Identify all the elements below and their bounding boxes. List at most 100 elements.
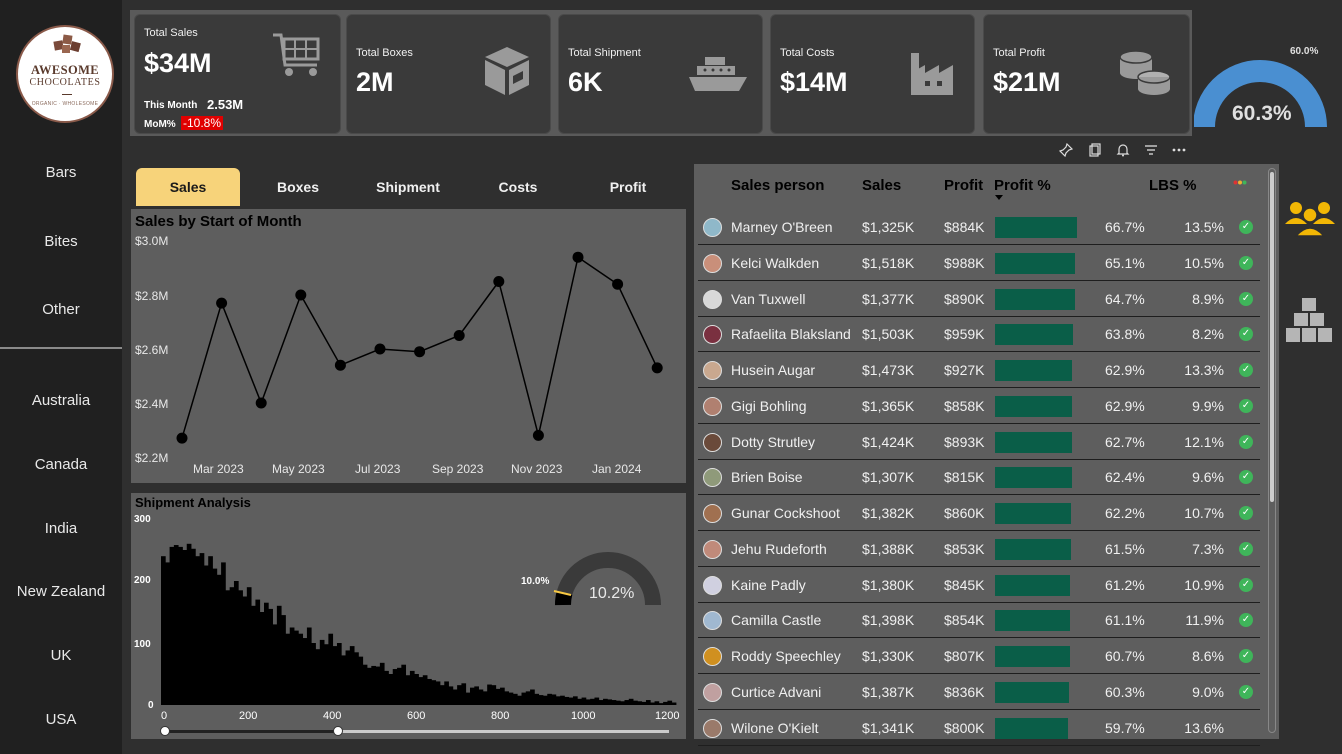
data-point[interactable]: [532, 429, 544, 441]
range-slider-handle-min[interactable]: [160, 726, 170, 736]
histogram-bar: [585, 699, 591, 705]
cell-profit-pct: 59.7%: [1105, 719, 1145, 736]
sidebar-item-india[interactable]: India: [0, 520, 122, 537]
table-row[interactable]: Marney O'Breen $1,325K $884K 66.7% 13.5% ✓: [698, 210, 1260, 245]
sales-by-month-chart: Sales by Start of Month $3.0M $2.8M $2.6…: [131, 209, 686, 483]
sidebar-item-australia[interactable]: Australia: [0, 392, 122, 409]
tab-profit[interactable]: Profit: [576, 168, 680, 206]
table-row[interactable]: Roddy Speechley $1,330K $807K 60.7% 8.6% ✓: [698, 639, 1260, 674]
data-point[interactable]: [612, 278, 624, 290]
histogram-bar: [427, 678, 432, 705]
histogram-bar: [547, 693, 552, 705]
table-row[interactable]: Van Tuxwell $1,377K $890K 64.7% 8.9% ✓: [698, 282, 1260, 317]
profit-gauge: 60.0% 60.3%: [1193, 40, 1329, 135]
column-header-lbs-pct[interactable]: LBS %: [1149, 177, 1197, 194]
histogram-bar: [367, 667, 372, 705]
histogram-bar: [628, 698, 634, 705]
cell-profit: $845K: [944, 576, 985, 593]
cell-profit: $893K: [944, 433, 985, 450]
cell-sales: $1,424K: [862, 433, 915, 450]
profit-pct-bar: [995, 431, 1073, 453]
cell-sales-person: Marney O'Breen: [731, 219, 833, 235]
histogram-bar: [512, 693, 518, 705]
data-point[interactable]: [216, 297, 228, 309]
bell-icon[interactable]: [1115, 143, 1131, 159]
histogram-bar: [375, 666, 381, 705]
tab-costs[interactable]: Costs: [466, 168, 570, 206]
sidebar-item-uk[interactable]: UK: [0, 647, 122, 664]
column-header-profit[interactable]: Profit: [944, 177, 983, 194]
column-header-sales-person[interactable]: Sales person: [731, 177, 824, 194]
cell-lbs-pct: 10.9%: [1184, 576, 1224, 593]
data-point[interactable]: [295, 289, 307, 301]
data-point[interactable]: [493, 276, 505, 287]
people-group-icon[interactable]: [1284, 200, 1336, 238]
table-row[interactable]: Camilla Castle $1,398K $854K 61.1% 11.9% ✓: [698, 603, 1260, 639]
histogram-bar: [302, 638, 308, 705]
histogram-bar: [349, 646, 355, 705]
table-row[interactable]: Husein Augar $1,473K $927K 62.9% 13.3% ✓: [698, 353, 1260, 388]
table-row[interactable]: Gigi Bohling $1,365K $858K 62.9% 9.9% ✓: [698, 389, 1260, 424]
data-point[interactable]: [414, 346, 426, 358]
coins-icon: [1119, 50, 1171, 95]
table-row[interactable]: Kaine Padly $1,380K $845K 61.2% 10.9% ✓: [698, 568, 1260, 603]
tab-sales[interactable]: Sales: [136, 168, 240, 206]
sidebar-item-bars[interactable]: Bars: [0, 164, 122, 181]
data-point[interactable]: [572, 251, 584, 263]
table-row[interactable]: Brien Boise $1,307K $815K 62.4% 9.6% ✓: [698, 460, 1260, 496]
histogram-bar: [336, 643, 342, 705]
range-slider-handle-max[interactable]: [333, 726, 343, 736]
sidebar-item-other[interactable]: Other: [0, 301, 122, 318]
more-options-icon[interactable]: [1171, 143, 1187, 159]
histogram-bar: [311, 643, 316, 705]
stacked-boxes-icon[interactable]: [1285, 296, 1333, 344]
data-point[interactable]: [453, 330, 465, 341]
sidebar-item-bites[interactable]: Bites: [0, 233, 122, 250]
table-scroll-thumb[interactable]: [1270, 172, 1274, 502]
cell-profit-pct: 62.9%: [1105, 397, 1145, 414]
shopping-cart-icon: [273, 33, 320, 76]
avatar: [703, 218, 722, 237]
check-icon: ✓: [1239, 255, 1253, 270]
status-legend-icon: [1233, 180, 1247, 185]
table-row[interactable]: Gunar Cockshoot $1,382K $860K 62.2% 10.7% ✓: [698, 496, 1260, 531]
profit-pct-bar: [995, 288, 1075, 310]
data-point[interactable]: [176, 432, 188, 444]
data-point[interactable]: [255, 397, 267, 409]
cell-sales-person: Camilla Castle: [731, 612, 822, 629]
histogram-bar: [465, 692, 471, 705]
histogram-bar: [452, 689, 458, 705]
histogram-bar: [581, 697, 587, 705]
profit-pct-bar: [995, 252, 1076, 274]
tab-shipment[interactable]: Shipment: [356, 168, 460, 206]
data-point[interactable]: [374, 343, 386, 355]
sidebar-item-usa[interactable]: USA: [0, 711, 122, 728]
check-icon: ✓: [1239, 327, 1253, 342]
data-point[interactable]: [334, 359, 346, 371]
table-row[interactable]: Kelci Walkden $1,518K $988K 65.1% 10.5% ✓: [698, 246, 1260, 281]
cell-sales-person: Rafaelita Blaksland: [731, 326, 851, 343]
data-point[interactable]: [651, 362, 663, 374]
table-row[interactable]: Rafaelita Blaksland $1,503K $959K 63.8% 8.2%…: [698, 317, 1260, 353]
table-row[interactable]: Dotty Strutley $1,424K $893K 62.7% 12.1% ✓: [698, 425, 1260, 460]
histogram-bar: [161, 556, 166, 705]
table-row[interactable]: Wilone O'Kielt $1,341K $800K 59.7% 13.6%: [698, 711, 1260, 746]
pin-icon[interactable]: [1058, 142, 1074, 159]
copy-icon[interactable]: [1087, 143, 1103, 159]
table-row[interactable]: Curtice Advani $1,387K $836K 60.3% 9.0% ✓: [698, 675, 1260, 710]
table-row[interactable]: Jehu Rudeforth $1,388K $853K 61.5% 7.3% ✓: [698, 532, 1260, 567]
kpi-card-total-costs: Total Costs $14M: [770, 14, 975, 134]
cell-profit: $853K: [944, 540, 985, 557]
histogram-bar: [384, 670, 389, 705]
sidebar-item-canada[interactable]: Canada: [0, 456, 122, 473]
sort-desc-icon: [995, 195, 1003, 200]
tab-boxes[interactable]: Boxes: [246, 168, 350, 206]
column-header-sales[interactable]: Sales: [862, 177, 901, 194]
sidebar-item-new-zealand[interactable]: New Zealand: [0, 583, 122, 600]
column-header-profit-pct[interactable]: Profit %: [994, 177, 1051, 194]
avatar: [703, 718, 722, 738]
histogram-bar: [246, 587, 252, 705]
filter-icon[interactable]: [1143, 143, 1159, 159]
kpi-value: $21M: [993, 67, 1061, 97]
ship-icon: [689, 57, 747, 91]
